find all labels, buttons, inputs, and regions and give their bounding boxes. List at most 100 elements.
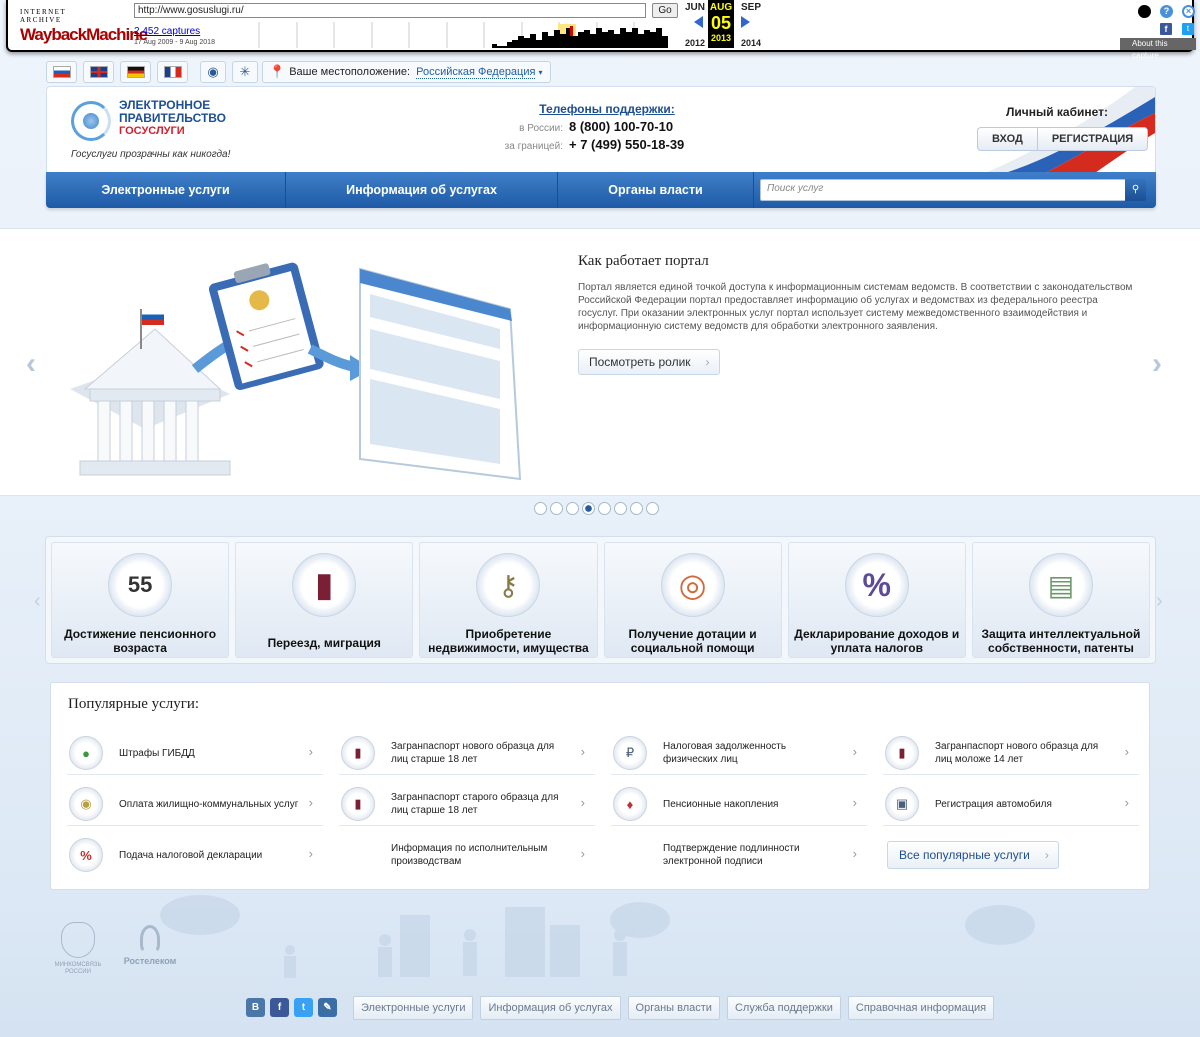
twitter-icon[interactable]: t xyxy=(294,998,313,1017)
watch-video-button[interactable]: Посмотреть ролик › xyxy=(578,349,720,375)
life-situations: 55 Достижение пенсионного возраста ▮ Пер… xyxy=(45,536,1156,664)
popular-item-label: Загранпаспорт нового образца для лиц ста… xyxy=(391,741,555,765)
facebook-icon[interactable]: f xyxy=(270,998,289,1017)
wayback-about-capture[interactable]: About this capture xyxy=(1120,38,1196,60)
popular-item-label: Информация по исполнительным производств… xyxy=(391,843,548,867)
category-social-aid[interactable]: ◎ Получение дотации и социальной помощи xyxy=(603,542,782,658)
popular-item-label: Налоговая задолженность физических лиц xyxy=(663,741,787,765)
popular-item-label: Штрафы ГИБДД xyxy=(119,747,195,759)
slider-dot[interactable] xyxy=(630,502,643,515)
map-pin-icon: 📍 xyxy=(269,64,286,79)
language-de-button[interactable] xyxy=(120,61,151,83)
vk-icon[interactable]: B xyxy=(246,998,265,1017)
popular-item-traffic-fines[interactable]: ● Штрафы ГИБДД › xyxy=(67,731,323,775)
all-popular-label: Все популярные услуги xyxy=(899,848,1030,862)
slider-dot-active[interactable] xyxy=(582,502,595,515)
popular-item-e-signature[interactable]: Подтверждение подлинности электронной по… xyxy=(611,833,867,877)
car-document-icon: ▣ xyxy=(885,787,919,821)
user-icon[interactable] xyxy=(1138,5,1151,18)
footer-link-service-info[interactable]: Информация об услугах xyxy=(480,996,621,1020)
language-ru-button[interactable] xyxy=(46,61,77,83)
slider-dot[interactable] xyxy=(598,502,611,515)
pension-icon: ♦ xyxy=(613,787,647,821)
accessibility-eye-icon[interactable]: ◉ xyxy=(200,61,226,83)
category-taxes[interactable]: % Декларирование доходов и уплата налого… xyxy=(787,542,966,658)
wayback-next-arrow-icon[interactable] xyxy=(741,16,750,28)
popular-item-car-registration[interactable]: ▣ Регистрация автомобиля › xyxy=(883,782,1139,826)
wayback-prev-arrow-icon[interactable] xyxy=(694,16,703,28)
passport-icon: ▮ xyxy=(341,787,375,821)
all-popular-services-button[interactable]: Все популярные услуги › xyxy=(887,841,1059,869)
categories-prev-icon[interactable]: ‹ xyxy=(34,590,41,613)
chevron-right-icon: › xyxy=(308,795,313,810)
watch-video-label: Посмотреть ролик xyxy=(589,355,691,369)
slider-dot[interactable] xyxy=(534,502,547,515)
twitter-share-icon[interactable]: t xyxy=(1182,23,1194,35)
facebook-share-icon[interactable]: f xyxy=(1160,23,1172,35)
popular-item-tax-declaration[interactable]: % Подача налоговой декларации › xyxy=(67,833,323,877)
search-input[interactable]: Поиск услуг xyxy=(760,179,1132,201)
help-icon[interactable]: ? xyxy=(1160,5,1173,18)
language-fr-button[interactable] xyxy=(157,61,188,83)
popular-item-enforcement[interactable]: Информация по исполнительным производств… xyxy=(339,833,595,877)
popular-item-tax-debt[interactable]: ₽ Налоговая задолженность физических лиц… xyxy=(611,731,867,775)
chevron-right-icon: › xyxy=(308,846,313,861)
popular-item-pension-savings[interactable]: ♦ Пенсионные накопления › xyxy=(611,782,867,826)
wayback-prev-month[interactable]: JUN xyxy=(682,2,708,13)
popular-item-passport-new-adult[interactable]: ▮ Загранпаспорт нового образца для лиц с… xyxy=(339,731,595,775)
chevron-left-icon[interactable]: ‹ xyxy=(26,347,36,381)
slider-dot[interactable] xyxy=(566,502,579,515)
passport-icon: ▮ xyxy=(885,736,919,770)
chevron-right-icon[interactable]: › xyxy=(1152,347,1162,381)
popular-item-utilities[interactable]: ◉ Оплата жилищно-коммунальных услуг › xyxy=(67,782,323,826)
category-migration[interactable]: ▮ Переезд, миграция xyxy=(235,542,414,658)
footer-link-support[interactable]: Служба поддержки xyxy=(726,996,841,1020)
site-slogan: Госуслуги прозрачны как никогда! xyxy=(71,149,231,160)
tax-icon: ₽ xyxy=(613,736,647,770)
wayback-captures-link[interactable]: 2,452 captures xyxy=(134,26,200,37)
login-button[interactable]: ВХОД xyxy=(978,128,1037,150)
chevron-right-icon: › xyxy=(1044,848,1049,862)
wayback-prev-year[interactable]: 2012 xyxy=(682,38,708,48)
main-navigation: Электронные услуги Информация об услугах… xyxy=(46,172,1156,208)
gosuslugi-logo-icon[interactable] xyxy=(71,101,111,141)
register-button[interactable]: РЕГИСТРАЦИЯ xyxy=(1036,128,1147,150)
category-patents[interactable]: ▤ Защита интеллектуальной собственности,… xyxy=(971,542,1151,658)
logo-line2: ПРАВИТЕЛЬСТВО xyxy=(119,111,227,125)
footer-link-electronic-services[interactable]: Электронные услуги xyxy=(353,996,474,1020)
wayback-next-month[interactable]: SEP xyxy=(738,2,764,13)
close-icon[interactable]: × xyxy=(1182,5,1195,18)
wayback-go-button[interactable]: Go xyxy=(652,3,678,18)
nav-authorities[interactable]: Органы власти xyxy=(558,172,754,208)
wayback-capture-graph[interactable] xyxy=(222,22,672,48)
location-selector[interactable]: 📍 Ваше местоположение: Российская Федера… xyxy=(262,61,552,83)
popular-item-passport-old-adult[interactable]: ▮ Загранпаспорт старого образца для лиц … xyxy=(339,782,595,826)
category-pension[interactable]: 55 Достижение пенсионного возраста xyxy=(51,542,230,658)
ministry-logo[interactable]: МИНКОМСВЯЗЬ РОССИИ xyxy=(54,922,102,976)
categories-next-icon[interactable]: › xyxy=(1156,590,1163,613)
livejournal-icon[interactable]: ✎ xyxy=(318,998,337,1017)
slider-dot[interactable] xyxy=(646,502,659,515)
footer-link-reference[interactable]: Справочная информация xyxy=(847,996,995,1020)
popular-services: Популярные услуги: ● Штрафы ГИБДД › ▮ За… xyxy=(50,682,1150,890)
support-phones: Телефоны поддержки: в России: 8 (800) 100… xyxy=(477,102,737,152)
slider-pagination xyxy=(534,502,659,515)
slide-description: Портал является единой точкой доступа к … xyxy=(578,282,1133,332)
search-icon[interactable]: ⚲ xyxy=(1125,179,1146,201)
wayback-url-input[interactable]: http://www.gosuslugi.ru/ xyxy=(134,3,646,18)
category-property[interactable]: ⚷ Приобретение недвижимости, имущества xyxy=(419,542,598,658)
support-title-link[interactable]: Телефоны поддержки: xyxy=(477,102,737,116)
site-logo-title[interactable]: ЭЛЕКТРОННОЕ ПРАВИТЕЛЬСТВО ГОСУСЛУГИ xyxy=(119,99,249,138)
location-value[interactable]: Российская Федерация xyxy=(416,66,536,79)
wayback-next-year[interactable]: 2014 xyxy=(738,38,764,48)
nav-service-info[interactable]: Информация об услугах xyxy=(286,172,558,208)
nav-electronic-services[interactable]: Электронные услуги xyxy=(46,172,286,208)
wayback-logo[interactable]: INTERNET ARCHIVE WaybackMachine xyxy=(20,8,148,44)
slider-dot[interactable] xyxy=(614,502,627,515)
compass-icon[interactable]: ✳ xyxy=(232,61,258,83)
rostelecom-logo[interactable]: Ростелеком xyxy=(120,925,180,966)
slider-dot[interactable] xyxy=(550,502,563,515)
popular-item-passport-new-child[interactable]: ▮ Загранпаспорт нового образца для лиц м… xyxy=(883,731,1139,775)
language-en-button[interactable] xyxy=(83,61,114,83)
footer-link-authorities[interactable]: Органы власти xyxy=(627,996,720,1020)
